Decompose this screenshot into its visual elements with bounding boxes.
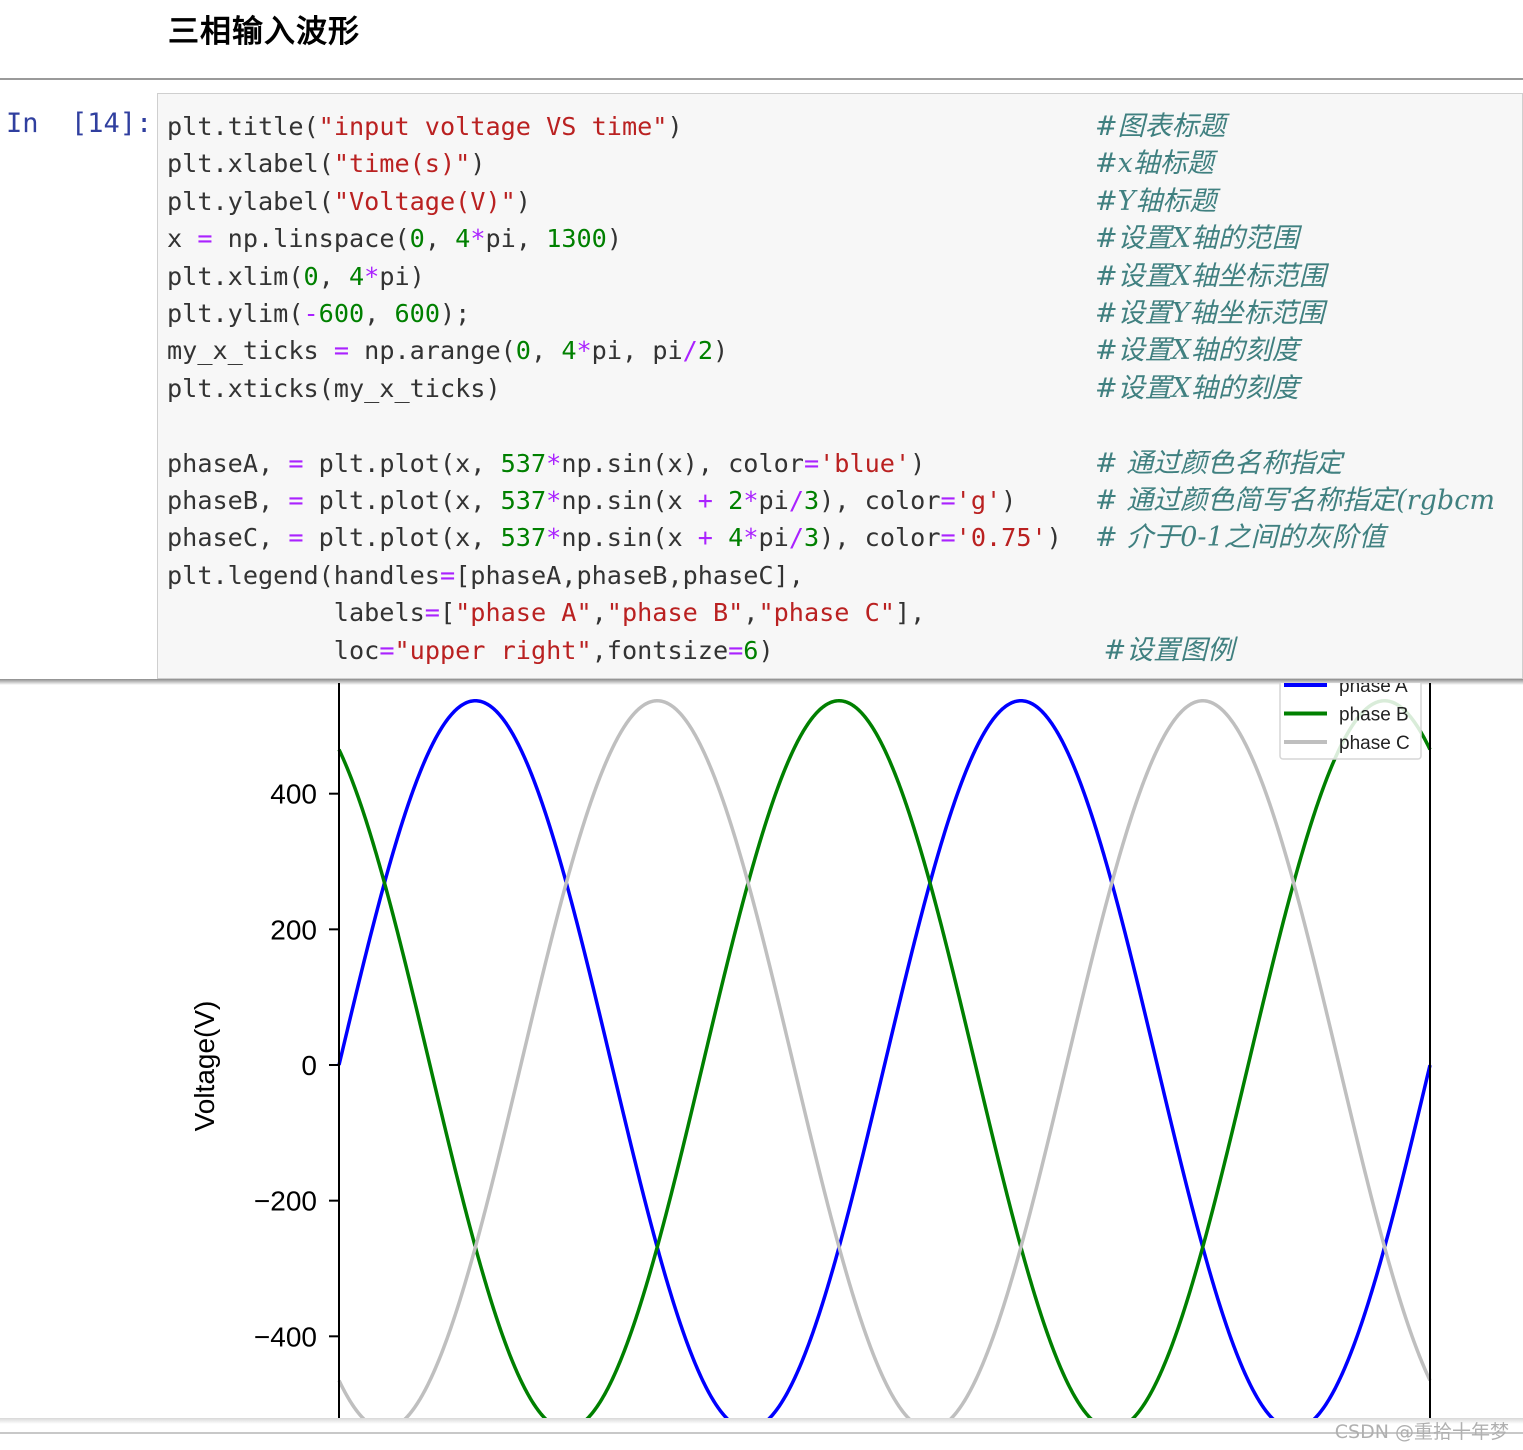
legend-label: phase B [1339, 705, 1409, 726]
code-line[interactable]: plt.xlabel("time(s)") [167, 149, 485, 178]
y-tick-label: −200 [254, 1186, 317, 1217]
markdown-heading: 三相输入波形 [168, 14, 360, 50]
code-line[interactable]: my_x_ticks = np.arange(0, 4*pi, pi/2) [167, 336, 728, 365]
code-line[interactable]: loc="upper right",fontsize=6) [167, 636, 774, 665]
code-comments: #图表标题 #x轴标题 #Y轴标题 #设置X轴的范围 #设置X轴坐标范围 #设置… [1095, 108, 1495, 669]
y-tick-label: 200 [270, 914, 317, 945]
code-line[interactable]: phaseC, = plt.plot(x, 537*np.sin(x + 4*p… [167, 523, 1062, 552]
code-comment: #设置Y轴坐标范围 [1095, 298, 1325, 330]
output-area: 400 200 0 −200 −400 Voltage(V) phase Aphase … [168, 683, 1451, 1420]
code-comment: #x轴标题 [1095, 148, 1214, 180]
legend: phase A phase B phase C [1279, 683, 1422, 760]
code-line[interactable]: plt.ylim(-600, 600); [167, 299, 470, 328]
y-axis: 400 200 0 −200 −400 [254, 779, 339, 1352]
code-line[interactable]: plt.ylabel("Voltage(V)") [167, 187, 531, 216]
cell-divider [0, 78, 1523, 80]
output-shadow [0, 1418, 1523, 1424]
code-comment: # 通过颜色名称指定 [1095, 447, 1343, 479]
legend-label: phase A [1339, 683, 1408, 697]
watermark: CSDN @重拾十年梦 [1334, 1421, 1509, 1443]
code-line[interactable]: labels=["phase A","phase B","phase C"], [167, 598, 925, 627]
y-tick-label: −400 [254, 1321, 317, 1352]
code-comment: # 介于0-1之间的灰阶值 [1095, 522, 1386, 554]
code-comment: #Y轴标题 [1095, 185, 1217, 217]
code-line[interactable]: phaseB, = plt.plot(x, 537*np.sin(x + 2*p… [167, 486, 1016, 515]
code-line[interactable]: plt.xticks(my_x_ticks) [167, 374, 501, 403]
series-group [337, 698, 1432, 1420]
code-comment: #设置X轴的刻度 [1095, 335, 1299, 367]
legend-label: phase C [1339, 733, 1410, 754]
code-comment: #图表标题 [1095, 111, 1226, 142]
code-line[interactable]: plt.legend(handles=[phaseA,phaseB,phaseC… [167, 561, 804, 590]
code-line[interactable]: plt.title("input voltage VS time") [167, 112, 683, 141]
code-editor[interactable]: plt.title("input voltage VS time") plt.x… [167, 108, 1062, 669]
cell-prompt: In [14]: [6, 108, 153, 139]
code-comment: #设置X轴的范围 [1095, 223, 1299, 255]
code-comment: # 通过颜色简写名称指定(rgbcm [1095, 485, 1495, 517]
code-line[interactable]: phaseA, = plt.plot(x, 537*np.sin(x), col… [167, 449, 925, 478]
code-line[interactable]: x = np.linspace(0, 4*pi, 1300) [167, 224, 622, 253]
code-comment: #设置X轴坐标范围 [1095, 260, 1326, 292]
code-line[interactable]: plt.xlim(0, 4*pi) [167, 262, 425, 291]
series-line-1 [337, 699, 1432, 1420]
code-cell[interactable]: plt.title("input voltage VS time") plt.x… [157, 93, 1523, 679]
y-tick-label: 0 [301, 1050, 317, 1081]
y-tick-label: 400 [270, 779, 317, 810]
code-comment: #设置图例 [1095, 634, 1235, 666]
bottom-divider [0, 1432, 1523, 1434]
phase-voltage-plot: 4002000−200−400 Voltage(V) phase Aphase … [189, 683, 1432, 1420]
y-axis-label: Voltage(V) [189, 1001, 220, 1132]
code-comment: #设置X轴的刻度 [1095, 372, 1299, 404]
